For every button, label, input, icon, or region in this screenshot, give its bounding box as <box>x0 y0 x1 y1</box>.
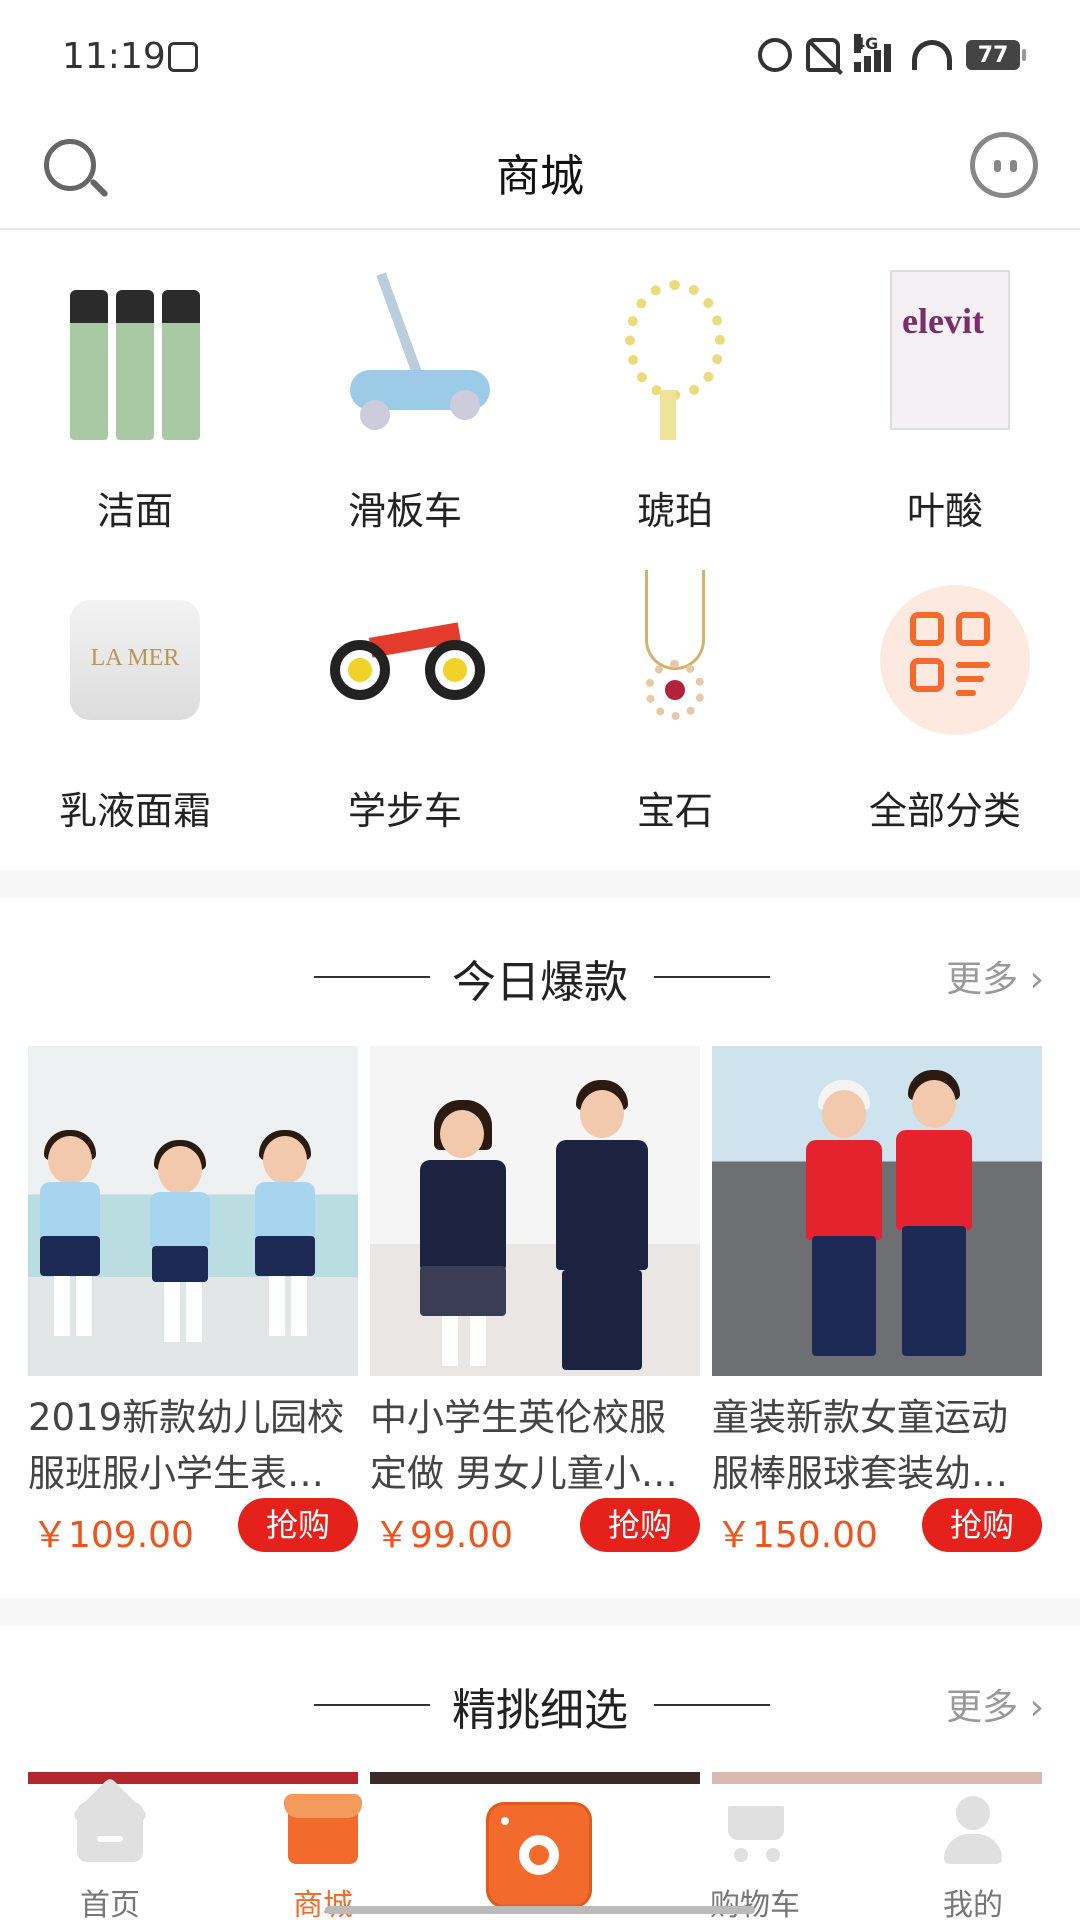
amber-beads-image <box>610 270 740 440</box>
lamer-logo: LA MER <box>90 645 180 671</box>
product-image <box>28 1046 358 1376</box>
section-divider <box>0 1598 1080 1626</box>
product-image-peek <box>712 1772 1042 1784</box>
category-label: 全部分类 <box>868 789 1021 833</box>
section-header-picks: 精挑细选 更多 › <box>0 1664 1080 1744</box>
category-label: 琥珀 <box>636 489 713 533</box>
user-icon <box>938 1794 1008 1864</box>
mute-icon <box>806 38 840 72</box>
buy-now-button[interactable]: 抢购 <box>922 1498 1042 1552</box>
screenshot-icon <box>168 42 198 72</box>
category-label: 学步车 <box>347 789 462 833</box>
section-title: 精挑细选 <box>452 1685 628 1736</box>
category-item-amber[interactable]: 琥珀 <box>540 250 810 540</box>
product-price: ￥99.00 <box>374 1515 514 1556</box>
section-divider <box>0 870 1080 898</box>
status-icons: 4G 77 <box>758 34 1026 72</box>
category-item-lotion-cream[interactable]: LA MER 乳液面霜 <box>0 550 270 840</box>
gem-necklace-image <box>610 570 740 740</box>
category-item-gemstone[interactable]: 宝石 <box>540 550 810 840</box>
product-name: 童装新款女童运动服棒服球套装幼… <box>712 1396 1008 1495</box>
more-label: 更多 <box>946 959 1019 1000</box>
elevit-box-image: elevit <box>880 270 1010 440</box>
nav-label: 我的 <box>943 1888 1003 1920</box>
buy-now-button[interactable]: 抢购 <box>580 1498 700 1552</box>
product-price: ￥109.00 <box>32 1515 194 1556</box>
camera-button[interactable] <box>486 1802 592 1908</box>
nav-me[interactable]: 我的 <box>903 1784 1043 1920</box>
status-time: 11:19 <box>62 36 166 77</box>
title-line-right <box>654 1704 770 1706</box>
signal-icon: 4G <box>854 34 898 72</box>
section-header-hot: 今日爆款 更多 › <box>0 936 1080 1016</box>
hot-products-list: 2019新款幼儿园校服班服小学生表… ￥109.00 抢购 中小学生英伦校服定做… <box>28 1046 1052 1566</box>
product-image <box>712 1046 1042 1376</box>
app-header: 商城 <box>0 110 1080 230</box>
alarm-icon <box>758 38 792 72</box>
bottom-nav: 首页 商城 购物车 我的 <box>0 1776 1080 1920</box>
shop-icon <box>284 1794 362 1864</box>
category-item-cleanser[interactable]: 洁面 <box>0 250 270 540</box>
category-label: 叶酸 <box>906 489 983 533</box>
category-item-balance-bike[interactable]: 学步车 <box>270 550 540 840</box>
more-link-picks[interactable]: 更多 › <box>946 1678 1044 1730</box>
chat-icon <box>970 132 1038 198</box>
product-name: 2019新款幼儿园校服班服小学生表… <box>28 1396 345 1495</box>
product-image <box>370 1046 700 1376</box>
nav-home[interactable]: 首页 <box>40 1776 180 1920</box>
product-image-peek <box>370 1772 700 1784</box>
category-label: 滑板车 <box>347 489 462 533</box>
cleanser-bottles-image <box>70 270 200 440</box>
more-link-hot[interactable]: 更多 › <box>946 950 1044 1002</box>
elevit-logo: elevit <box>902 301 984 341</box>
product-image-peek <box>28 1772 358 1784</box>
product-price: ￥150.00 <box>716 1515 878 1556</box>
all-categories-icon <box>880 570 1030 740</box>
camera-icon <box>519 1835 559 1875</box>
chevron-right-icon: › <box>1018 1687 1044 1728</box>
category-label: 宝石 <box>636 789 713 833</box>
home-indicator[interactable] <box>325 1906 755 1914</box>
category-item-all[interactable]: 全部分类 <box>810 550 1080 840</box>
message-button[interactable] <box>970 132 1042 204</box>
category-item-scooter[interactable]: 滑板车 <box>270 250 540 540</box>
nav-label: 购物车 <box>710 1888 800 1920</box>
nav-label: 商城 <box>293 1888 353 1920</box>
chat-icon-eye <box>994 160 1001 172</box>
network-type: 4G <box>854 34 879 53</box>
page-title: 商城 <box>496 151 584 202</box>
more-label: 更多 <box>946 1687 1019 1728</box>
nav-mall[interactable]: 商城 <box>253 1784 393 1920</box>
battery-icon: 77 <box>966 40 1026 70</box>
nav-label: 首页 <box>80 1888 140 1920</box>
category-grid: 洁面 滑板车 琥珀 elevit 叶酸 LA MER 乳液面霜 学步车 宝石 全… <box>0 250 1080 850</box>
chevron-right-icon: › <box>1018 959 1044 1000</box>
balance-bike-image <box>330 570 485 740</box>
nav-cart[interactable]: 购物车 <box>685 1784 825 1920</box>
product-name: 中小学生英伦校服定做 男女儿童小… <box>370 1396 678 1495</box>
section-title: 今日爆款 <box>452 957 628 1008</box>
camera-flash-dot <box>501 1817 509 1825</box>
home-icon <box>71 1776 149 1864</box>
category-label: 乳液面霜 <box>58 789 211 833</box>
chat-icon-eye <box>1010 160 1017 172</box>
category-item-folic-acid[interactable]: elevit 叶酸 <box>810 250 1080 540</box>
status-bar: 11:19 4G 77 <box>0 0 1080 110</box>
cart-icon <box>720 1794 790 1864</box>
scooter-image <box>340 270 490 440</box>
wifi-icon <box>912 40 952 70</box>
cream-jar-image: LA MER <box>70 570 200 740</box>
category-label: 洁面 <box>96 489 173 533</box>
buy-now-button[interactable]: 抢购 <box>238 1498 358 1552</box>
title-line-right <box>654 976 770 978</box>
